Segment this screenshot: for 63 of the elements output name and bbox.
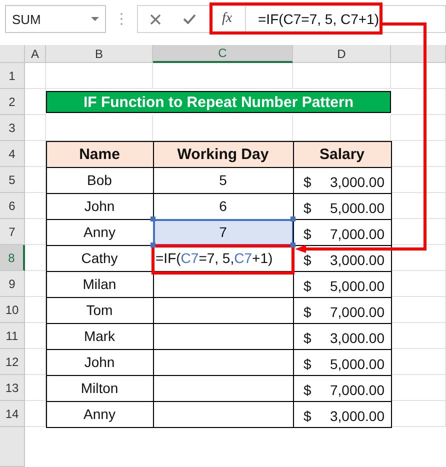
column-header[interactable] (391, 45, 446, 63)
column-heading: Name (46, 140, 154, 168)
currency-symbol: $ (304, 252, 312, 268)
sheet-cell[interactable] (25, 115, 46, 141)
currency-symbol: $ (304, 304, 312, 320)
sheet-cell[interactable] (391, 63, 446, 89)
sheet-cell[interactable] (25, 63, 46, 89)
formula-field[interactable]: =IF(C7=7, 5, C7+1) (245, 5, 446, 33)
select-all-corner[interactable] (0, 45, 25, 63)
row-header[interactable]: 13 (0, 375, 25, 401)
column-header[interactable]: B (46, 45, 153, 63)
column-heading: Working Day (152, 140, 294, 168)
row-header[interactable]: 1 (0, 63, 25, 89)
currency-symbol: $ (304, 382, 312, 398)
sheet-title: IF Function to Repeat Number Pattern (46, 91, 391, 113)
salary-amount: 7,000.00 (330, 304, 384, 320)
row-header[interactable]: 9 (0, 271, 25, 297)
sheet-cell[interactable] (391, 115, 446, 141)
insert-function-button[interactable]: fx (212, 11, 242, 27)
drag-handle-icon[interactable] (120, 12, 123, 26)
column-header[interactable]: D (293, 45, 391, 63)
row-header-strip (0, 427, 25, 467)
currency-symbol: $ (304, 408, 312, 424)
dropdown-icon[interactable] (91, 17, 99, 21)
selection-handle[interactable] (290, 216, 296, 222)
salary-amount: 5,000.00 (330, 200, 384, 216)
row-header[interactable]: 3 (0, 115, 25, 141)
salary-amount: 5,000.00 (330, 278, 384, 294)
sheet-cell[interactable] (153, 63, 293, 89)
salary-amount: 3,000.00 (330, 408, 384, 424)
currency-symbol: $ (304, 200, 312, 216)
sheet-cell[interactable] (46, 63, 153, 89)
salary-amount: 3,000.00 (330, 252, 384, 268)
table-cell: Anny (46, 400, 154, 428)
row-header[interactable]: 7 (0, 219, 25, 245)
selection-handle[interactable] (290, 242, 296, 248)
salary-amount: 5,000.00 (330, 356, 384, 372)
currency-symbol: $ (304, 174, 312, 190)
salary-amount: 3,000.00 (330, 330, 384, 346)
row-header[interactable]: 5 (0, 167, 25, 193)
row-header[interactable]: 6 (0, 193, 25, 219)
table-cell: 7 (152, 218, 294, 246)
row-header[interactable]: 14 (0, 401, 25, 427)
row-header[interactable]: 12 (0, 349, 25, 375)
selection-handle[interactable] (150, 242, 156, 248)
row-header[interactable]: 4 (0, 141, 25, 167)
column-header[interactable]: C (153, 45, 293, 63)
row-header[interactable]: 8 (0, 245, 25, 271)
salary-amount: 7,000.00 (330, 382, 384, 398)
sheet-cell[interactable] (293, 63, 391, 89)
currency-symbol: $ (304, 356, 312, 372)
currency-symbol: $ (304, 226, 312, 242)
currency-symbol: $ (304, 278, 312, 294)
salary-amount: 3,000.00 (330, 174, 384, 190)
selection-handle[interactable] (150, 216, 156, 222)
row-header[interactable]: 2 (0, 89, 25, 115)
name-box[interactable]: SUM (5, 5, 106, 33)
currency-symbol: $ (304, 330, 312, 346)
row-header[interactable]: 10 (0, 297, 25, 323)
column-heading: Salary (292, 140, 392, 168)
salary-amount: 7,000.00 (330, 226, 384, 242)
column-header[interactable]: A (25, 45, 46, 63)
row-header[interactable]: 11 (0, 323, 25, 349)
